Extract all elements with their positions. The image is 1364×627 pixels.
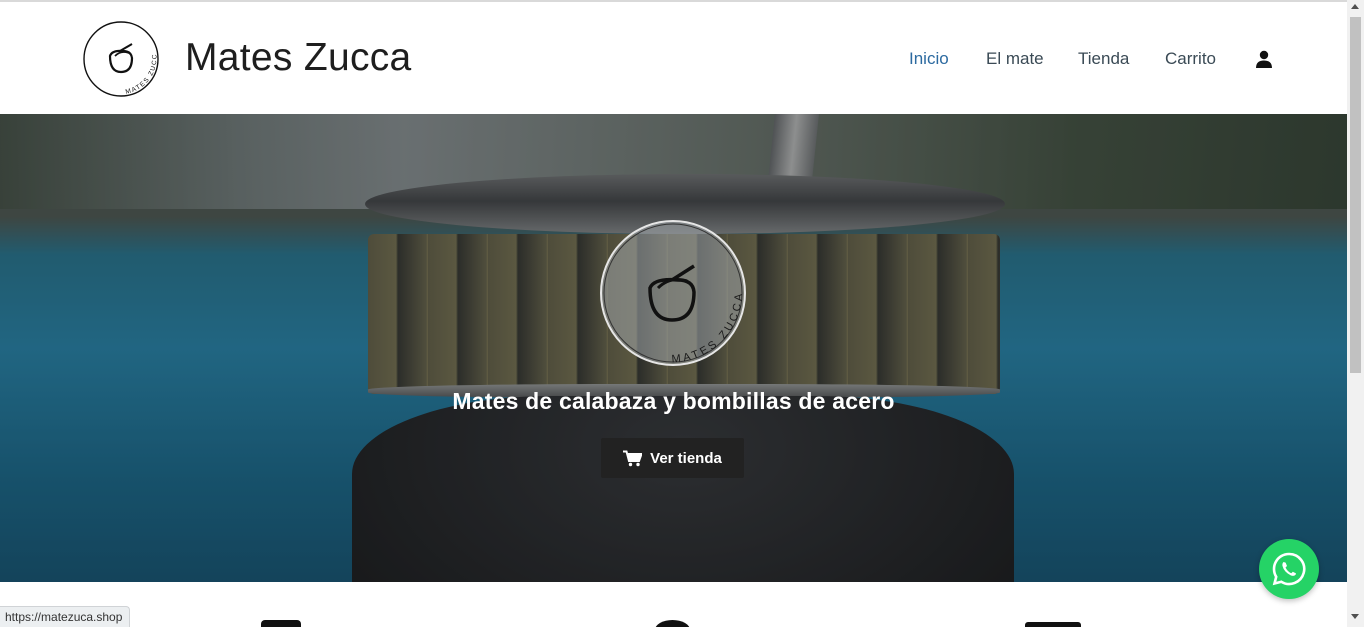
ver-tienda-button[interactable]: Ver tienda xyxy=(601,438,744,478)
hero-logo: MATES ZUCCA xyxy=(600,220,746,366)
vertical-scrollbar[interactable] xyxy=(1347,0,1364,627)
nav-item-carrito[interactable]: Carrito xyxy=(1165,49,1216,69)
feature-icon-3 xyxy=(1025,622,1081,627)
feature-icon-2 xyxy=(655,620,690,627)
ver-tienda-label: Ver tienda xyxy=(650,449,722,467)
scroll-down-arrow-icon[interactable] xyxy=(1351,614,1359,619)
site-title[interactable]: Mates Zucca xyxy=(185,36,412,80)
features-strip xyxy=(0,582,1347,627)
feature-icon-1 xyxy=(261,620,301,627)
scrollbar-thumb[interactable] xyxy=(1350,17,1361,373)
nav-item-inicio[interactable]: Inicio xyxy=(909,49,949,69)
site-header: MATES ZUCCA Mates Zucca Inicio El mate T… xyxy=(0,2,1347,114)
hero-heading: Mates de calabaza y bombillas de acero xyxy=(452,388,895,414)
site-logo[interactable]: MATES ZUCCA xyxy=(82,20,160,98)
hero-banner: MATES ZUCCA Mates de calabaza y bombilla… xyxy=(0,114,1347,582)
scroll-up-arrow-icon[interactable] xyxy=(1351,4,1359,9)
user-icon[interactable] xyxy=(1255,50,1273,68)
nav-item-tienda[interactable]: Tienda xyxy=(1078,49,1129,69)
status-bar-url: https://matezuca.shop xyxy=(0,606,131,627)
page: MATES ZUCCA Mates Zucca Inicio El mate T… xyxy=(0,0,1347,627)
whatsapp-button[interactable] xyxy=(1259,539,1319,599)
nav-item-el-mate[interactable]: El mate xyxy=(986,49,1044,69)
cart-icon xyxy=(623,450,643,466)
whatsapp-icon xyxy=(1272,552,1306,586)
